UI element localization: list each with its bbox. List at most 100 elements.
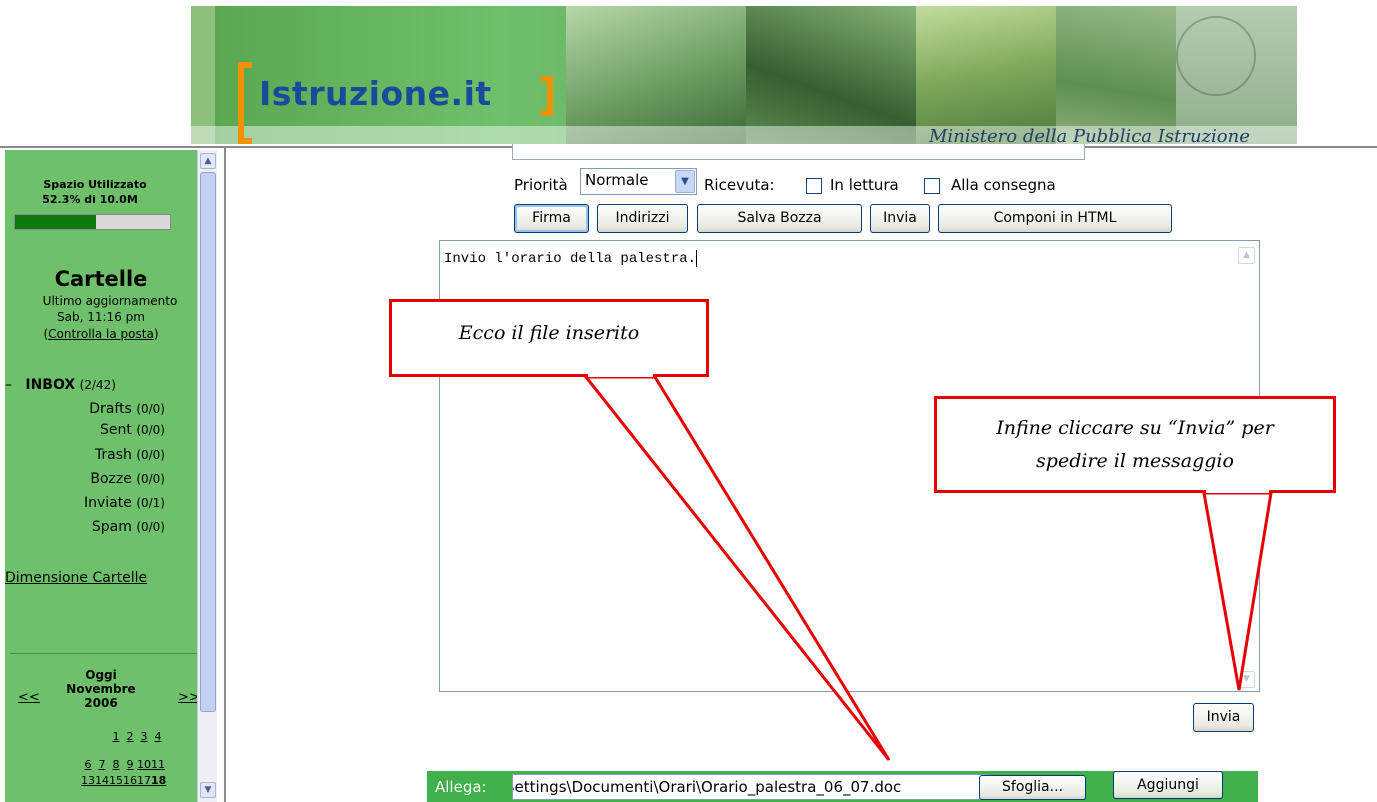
calendar-week: 1234 [109,730,165,743]
folder-label[interactable]: Sent [100,422,132,438]
folder-bozze[interactable]: Bozze (0/0) [5,471,165,487]
brand-bracket-left [238,62,252,144]
on-read-label: In lettura [830,176,899,194]
calendar-day[interactable]: 6 [81,758,95,771]
on-read-checkbox[interactable] [806,178,822,194]
add-attachment-button[interactable]: Aggiungi [1113,771,1223,799]
calendar-month-name: Novembre [66,682,136,696]
quota-value: 52.3% di 10.0M [42,193,138,206]
quota-label: Spazio Utilizzato [43,178,147,191]
compose-html-button[interactable]: Componi in HTML [938,204,1172,233]
calendar-day[interactable]: 13 [81,774,95,787]
folder-label[interactable]: Spam [92,519,132,535]
calendar-week: 131415161718 [81,774,166,787]
attachment-bar: Allega: Settings\Documenti\Orari\Orario_… [427,771,1258,802]
callout-click-send: Infine cliccare su “Invia” per spedire i… [934,396,1336,493]
receipt-label: Ricevuta: [704,176,775,194]
folder-count: (0/0) [136,402,165,416]
addresses-button[interactable]: Indirizzi [597,204,688,233]
banner-photo [566,6,746,144]
on-delivery-checkbox[interactable] [924,178,940,194]
folder-size-link[interactable]: Dimensione Cartelle [5,570,147,586]
calendar-day[interactable]: 2 [123,730,137,743]
sidebar: Spazio Utilizzato 52.3% di 10.0M Cartell… [5,150,197,802]
scrollbar-thumb[interactable] [200,172,216,712]
folder-inbox-count: (2/42) [79,378,116,392]
folder-count: (0/0) [136,472,165,486]
republic-emblem-icon [1176,16,1256,96]
scroll-up-icon[interactable]: ▲ [1238,247,1255,264]
calendar-next-link[interactable]: >> [178,690,197,705]
priority-select[interactable]: Normale ▼ [580,168,697,195]
attachment-path-input[interactable]: Settings\Documenti\Orari\Orario_palestra… [512,774,988,800]
browse-button[interactable]: Sfoglia... [979,775,1086,800]
subject-input[interactable] [512,144,1085,160]
calendar-year: 2006 [84,696,118,710]
calendar-day[interactable]: 1 [109,730,123,743]
banner-left-strip [191,6,215,144]
save-draft-button[interactable]: Salva Bozza [697,204,862,233]
collapse-toggle[interactable]: – [5,377,12,393]
quota-progress-bar [14,214,171,230]
banner-photo [916,6,1056,144]
send-button-top[interactable]: Invia [870,204,930,233]
calendar-day[interactable]: 10 [137,758,151,771]
text-caret [696,250,698,267]
send-button[interactable]: Invia [1193,703,1254,732]
folder-label[interactable]: Bozze [90,471,131,487]
callout-file-inserted: Ecco il file inserito [389,299,709,377]
calendar-day[interactable]: 8 [109,758,123,771]
scroll-down-icon[interactable]: ▼ [200,782,216,798]
folder-inviate[interactable]: Inviate (0/1) [5,495,165,511]
folder-trash[interactable]: Trash (0/0) [5,447,165,463]
folders-title: Cartelle [54,267,148,291]
header-banner: Istruzione.it Ministero della Pubblica I… [191,6,1297,144]
last-update-value: Sab, 11:16 pm [57,310,145,324]
calendar-month: Novembre 2006 [5,682,197,710]
folder-count: (0/0) [136,423,165,437]
calendar-day[interactable]: 14 [95,774,109,787]
ministry-name: Ministero della Pubblica Istruzione [929,126,1250,144]
folder-spam[interactable]: Spam (0/0) [5,519,165,535]
folder-label[interactable]: Trash [95,447,132,463]
calendar-day[interactable]: 15 [109,774,123,787]
message-body-text[interactable]: Invio l'orario della palestra. [444,250,698,267]
callout-text-line1: Infine cliccare su “Invia” per [996,417,1274,439]
calendar-today[interactable]: Oggi [5,668,197,682]
brand-logo[interactable]: Istruzione.it [259,74,492,113]
chevron-down-icon[interactable]: ▼ [675,170,695,193]
folder-drafts[interactable]: Drafts (0/0) [5,401,165,417]
callout-text-line2: spedire il messaggio [1036,450,1234,472]
calendar-day[interactable]: 11 [151,758,165,771]
priority-value: Normale [585,171,649,189]
scroll-up-icon[interactable]: ▲ [200,153,216,169]
folder-label[interactable]: Inviate [84,495,132,511]
folder-count: (0/0) [136,520,165,534]
folder-count: (0/1) [136,496,165,510]
folder-sent[interactable]: Sent (0/0) [5,422,165,438]
calendar-week: 6 7 8 9 1011 [81,758,166,771]
scroll-down-icon[interactable]: ▼ [1238,671,1255,688]
brand-bracket-right [541,76,553,116]
calendar-day[interactable]: 17 [137,774,151,787]
calendar-day[interactable]: 7 [95,758,109,771]
frame-divider [224,148,226,802]
banner-photo [746,6,916,144]
signature-button[interactable]: Firma [514,204,589,233]
check-mail-link[interactable]: Controlla la posta [48,327,154,341]
calendar-day[interactable]: 9 [123,758,137,771]
on-delivery-label: Alla consegna [951,176,1056,194]
folder-inbox[interactable]: – INBOX (2/42) [5,377,116,393]
calendar-day[interactable]: 16 [123,774,137,787]
sidebar-divider [10,653,197,654]
calendar-day[interactable]: 4 [151,730,165,743]
calendar-day[interactable]: 3 [137,730,151,743]
banner-photo [1056,6,1176,144]
check-mail-line: (Controlla la posta) [43,327,159,341]
calendar-day-today[interactable]: 18 [151,774,166,787]
priority-label: Priorità [514,176,568,194]
sidebar-scrollbar[interactable]: ▲ ▼ [197,150,217,802]
folder-count: (0/0) [136,448,165,462]
folder-inbox-label[interactable]: INBOX [25,377,75,393]
folder-label[interactable]: Drafts [89,401,132,417]
